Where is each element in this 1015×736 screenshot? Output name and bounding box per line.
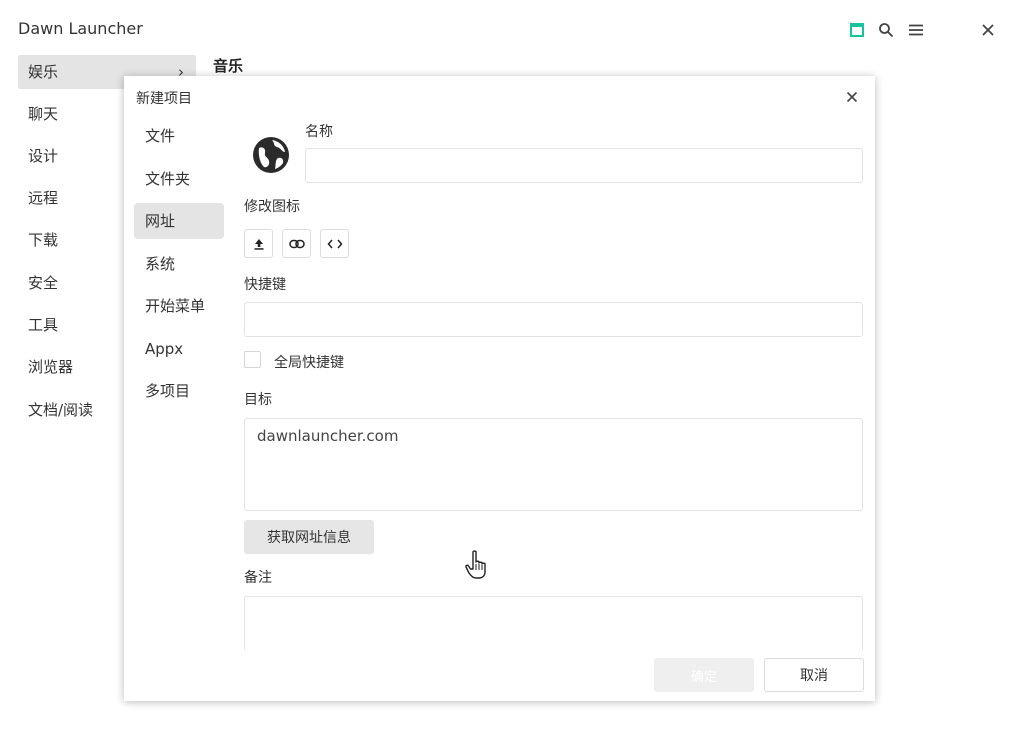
name-label: 名称 [305, 124, 333, 140]
sidebar-item-label: 娱乐 [28, 63, 59, 81]
type-tab-system[interactable]: 系统 [134, 246, 224, 282]
code-icon[interactable] [320, 229, 349, 258]
change-icon-label: 修改图标 [244, 199, 300, 215]
sidebar-item-label: 浏览器 [28, 358, 74, 376]
dialog-title: 新建项目 [136, 91, 192, 107]
remark-label: 备注 [244, 570, 272, 586]
sidebar-item-label: 工具 [28, 316, 59, 334]
remark-textarea[interactable] [244, 596, 863, 650]
sidebar-item-label: 下载 [28, 231, 59, 249]
target-label: 目标 [244, 392, 272, 408]
app-title: Dawn Launcher [18, 19, 143, 38]
global-shortcut-checkbox[interactable] [244, 351, 261, 368]
shortcut-input[interactable] [244, 302, 863, 337]
type-tab-file[interactable]: 文件 [134, 118, 224, 154]
group-title: 音乐 [213, 57, 244, 75]
shortcut-label: 快捷键 [244, 277, 286, 293]
hand-cursor-icon [464, 550, 490, 580]
sidebar-item-label: 安全 [28, 274, 59, 292]
fetch-url-info-button[interactable]: 获取网址信息 [244, 520, 374, 554]
search-icon[interactable] [874, 18, 898, 42]
close-icon[interactable] [976, 18, 1000, 42]
sidebar-item-label: 远程 [28, 189, 59, 207]
globe-icon[interactable] [251, 135, 291, 175]
type-tab-appx[interactable]: Appx [134, 331, 224, 367]
link-icon[interactable] [282, 229, 311, 258]
ok-button[interactable]: 确定 [654, 658, 754, 692]
title-bar: Dawn Launcher [0, 0, 1015, 60]
type-tab-folder[interactable]: 文件夹 [134, 161, 224, 197]
item-form: 名称 修改图标 快捷键 全局快捷键 目标 dawnlauncher.com 获取… [244, 76, 864, 650]
type-tab-start-menu[interactable]: 开始菜单 [134, 288, 224, 324]
cancel-button[interactable]: 取消 [764, 658, 864, 692]
name-input[interactable] [305, 148, 863, 183]
sidebar-item-label: 文档/阅读 [28, 401, 94, 419]
sidebar-item-label: 设计 [28, 147, 59, 165]
global-shortcut-label: 全局快捷键 [274, 355, 344, 371]
menu-icon[interactable] [904, 18, 928, 42]
sidebar-item-label: 聊天 [28, 105, 59, 123]
layout-icon[interactable] [845, 18, 869, 42]
type-tab-url[interactable]: 网址 [134, 203, 224, 239]
new-item-dialog: 新建项目 文件 文件夹 网址 系统 开始菜单 Appx 多项目 名称 修改图标 [124, 76, 875, 701]
upload-icon[interactable] [244, 229, 273, 258]
target-textarea[interactable]: dawnlauncher.com [244, 418, 863, 511]
type-tab-multi-item[interactable]: 多项目 [134, 373, 224, 409]
